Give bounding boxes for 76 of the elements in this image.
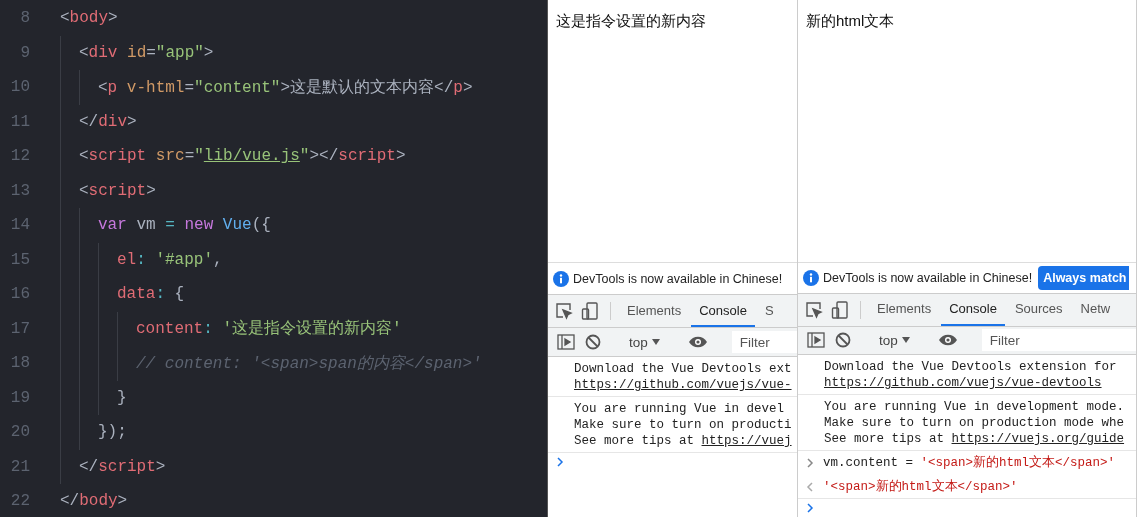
link[interactable]: https://github.com/vuejs/vue- bbox=[574, 378, 792, 392]
info-icon bbox=[803, 270, 819, 287]
line-number: 22 bbox=[9, 492, 30, 511]
devtools-tab[interactable]: Console bbox=[941, 294, 1005, 326]
line-number: 21 bbox=[9, 457, 30, 476]
line-number: 17 bbox=[9, 319, 30, 338]
caret-icon bbox=[651, 339, 660, 345]
always-match-button[interactable]: Always match bbox=[1038, 266, 1129, 291]
code-line: </script> bbox=[79, 457, 166, 476]
sidebar-icon[interactable] bbox=[557, 334, 575, 350]
code-line: content: '这是指令设置的新内容' bbox=[136, 318, 402, 340]
info-icon bbox=[553, 270, 569, 287]
devtools-tab[interactable]: Sources bbox=[1006, 294, 1071, 326]
eye-icon[interactable] bbox=[687, 336, 708, 348]
clear-icon[interactable] bbox=[585, 334, 601, 350]
code-line: </body> bbox=[60, 492, 128, 511]
log-line: You are running Vue in devel bbox=[574, 402, 785, 416]
log-line: See more tips at https://vuejs.org/guide bbox=[824, 432, 1125, 446]
code-line: <script src="lib/vue.js"></script> bbox=[79, 147, 406, 166]
code-line: // content: '<span>span的内容</span>' bbox=[136, 353, 482, 374]
chevron-icon bbox=[806, 458, 814, 468]
line-number: 19 bbox=[9, 388, 30, 407]
console-command-text: vm.content = '<span>新的html文本</span>' bbox=[823, 455, 1116, 471]
code-line: </div> bbox=[79, 112, 137, 131]
context-selector[interactable]: top bbox=[875, 332, 914, 348]
log-line: See more tips at https://vuej bbox=[574, 434, 792, 448]
line-number: 15 bbox=[9, 250, 30, 269]
chevron-icon bbox=[806, 503, 814, 513]
device-icon[interactable] bbox=[581, 302, 599, 320]
log-line: Download the Vue Devtools ext bbox=[574, 362, 792, 376]
code-line: data: { bbox=[117, 285, 185, 304]
inspect-icon[interactable] bbox=[555, 302, 573, 320]
clear-icon[interactable] bbox=[835, 332, 851, 349]
banner-message: DevTools is now available in Chinese! bbox=[573, 271, 783, 286]
line-number: 8 bbox=[19, 9, 30, 28]
console-result: '<span>新的html文本</span>' bbox=[823, 479, 1018, 495]
page-text: 这是指令设置的新内容 bbox=[556, 12, 706, 29]
line-number: 18 bbox=[9, 354, 30, 373]
sidebar-icon[interactable] bbox=[807, 332, 825, 349]
log-line: Make sure to turn on production mode whe bbox=[824, 416, 1125, 430]
inspect-icon[interactable] bbox=[805, 300, 823, 319]
code-line: <p v-html="content">这是默认的文本内容</p> bbox=[98, 77, 473, 98]
devtools-tab[interactable]: Elements bbox=[619, 295, 690, 327]
caret-icon bbox=[901, 337, 910, 344]
devtools-tab[interactable]: S bbox=[756, 295, 782, 327]
code-line: }); bbox=[98, 423, 127, 442]
devtools-tab[interactable]: Elements bbox=[869, 294, 940, 326]
chevron-icon bbox=[556, 457, 564, 467]
line-number: 11 bbox=[9, 112, 30, 131]
code-line: <div id="app"> bbox=[79, 43, 214, 62]
filter-field[interactable]: Filter bbox=[731, 331, 797, 353]
log-line: Make sure to turn on producti bbox=[574, 418, 792, 432]
code-line: var vm = new Vue({ bbox=[98, 216, 271, 235]
eye-icon[interactable] bbox=[937, 334, 958, 347]
line-number: 13 bbox=[9, 181, 30, 200]
log-line: You are running Vue in development mode. bbox=[824, 400, 1125, 414]
code-line: } bbox=[117, 388, 127, 407]
code-line: <script> bbox=[79, 181, 156, 200]
code-line: el: '#app', bbox=[117, 250, 223, 269]
line-number: 16 bbox=[9, 285, 30, 304]
line-number: 12 bbox=[9, 147, 30, 166]
filter-field[interactable]: Filter bbox=[981, 329, 1136, 352]
link[interactable]: https://vuej bbox=[701, 434, 792, 448]
context-selector[interactable]: top bbox=[625, 334, 664, 350]
devtools-tab[interactable]: Netw bbox=[1072, 294, 1119, 326]
device-icon[interactable] bbox=[831, 300, 849, 319]
line-number: 9 bbox=[19, 43, 30, 62]
line-number: 20 bbox=[9, 423, 30, 442]
page-text: 新的html文本 bbox=[806, 12, 895, 29]
banner-message: DevTools is now available in Chinese! bbox=[823, 271, 1033, 286]
link[interactable]: https://vuejs.org/guide bbox=[951, 432, 1125, 446]
link[interactable]: https://github.com/vuejs/vue-devtools bbox=[824, 376, 1102, 390]
line-number: 10 bbox=[9, 78, 30, 97]
code-line: <body> bbox=[60, 9, 118, 28]
line-number: 14 bbox=[9, 216, 30, 235]
log-line: Download the Vue Devtools extension for bbox=[824, 360, 1117, 374]
